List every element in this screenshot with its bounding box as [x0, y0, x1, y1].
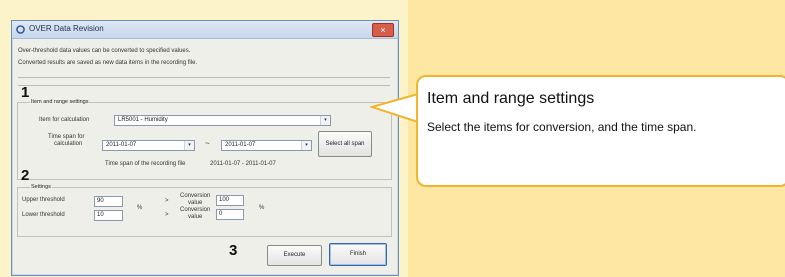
recording-span-label: Time span of the recording file [105, 161, 186, 167]
step-badge-3: 3 [229, 242, 238, 259]
callout-body: Select the items for conversion, and the… [427, 120, 697, 134]
callout-box: Item and range settings Select the items… [416, 75, 785, 187]
start-date-value: 2011-01-07 [106, 142, 137, 148]
callout-title: Item and range settings [427, 90, 595, 107]
end-date-value: 2011-01-07 [225, 142, 256, 148]
title-bar: OVER Data Revision × [12, 21, 398, 39]
lower-threshold-input[interactable]: 10 [94, 210, 123, 221]
threshold-percent-unit: % [137, 205, 143, 211]
upper-conversion-input[interactable]: 100 [216, 195, 244, 206]
step-badge-1: 1 [21, 84, 30, 101]
description-line-1: Over-threshold data values can be conver… [18, 48, 191, 54]
conversion-percent-unit: % [259, 205, 265, 211]
item-label: Item for calculation [39, 117, 90, 123]
lower-conversion-label-2: value [188, 214, 203, 220]
step-badge-2: 2 [21, 167, 30, 184]
item-select-value: LR5001 - Humidity [118, 117, 168, 123]
lower-threshold-value: 10 [97, 212, 104, 218]
chevron-down-icon[interactable]: ▾ [320, 116, 330, 125]
item-range-group-label: Item and range settings [30, 99, 90, 105]
separator [18, 77, 390, 78]
recording-span-value: 2011-01-07 - 2011-01-07 [210, 161, 276, 167]
app-icon [16, 25, 25, 34]
dialog-window: OVER Data Revision × Over-threshold data… [11, 20, 399, 276]
separator [18, 85, 390, 86]
range-tilde: ~ [205, 139, 210, 148]
lower-conversion-value: 0 [219, 211, 223, 217]
lower-threshold-label: Lower threshold [22, 212, 65, 218]
window-title: OVER Data Revision [29, 24, 104, 33]
chevron-down-icon[interactable]: ▾ [184, 141, 194, 150]
end-date-select[interactable]: 2011-01-07 ▾ [221, 140, 312, 151]
execute-button[interactable]: Execute [267, 245, 322, 266]
chevron-down-icon[interactable]: ▾ [301, 141, 311, 150]
timespan-label-2: calculation [54, 141, 83, 147]
callout-pointer [370, 92, 420, 126]
close-button[interactable]: × [372, 23, 394, 37]
settings-group-label: Settings [30, 184, 52, 190]
select-all-span-button[interactable]: Select all span [318, 131, 372, 157]
description-line-2: Converted results are saved as new data … [18, 60, 198, 66]
lower-conversion-label: Conversion [180, 207, 211, 213]
upper-conversion-label-2: value [188, 200, 203, 206]
upper-conversion-label: Conversion [180, 193, 211, 199]
upper-conversion-value: 100 [219, 197, 230, 203]
upper-threshold-value: 90 [97, 198, 104, 204]
finish-button[interactable]: Finish [329, 243, 387, 266]
start-date-select[interactable]: 2011-01-07 ▾ [102, 140, 195, 151]
item-select[interactable]: LR5001 - Humidity ▾ [114, 115, 331, 126]
lower-conversion-input[interactable]: 0 [216, 209, 244, 220]
timespan-label: Time span for [48, 134, 85, 140]
lower-arrow: > [165, 212, 169, 218]
upper-threshold-input[interactable]: 90 [94, 196, 123, 207]
upper-arrow: > [165, 198, 169, 204]
upper-threshold-label: Upper threshold [22, 197, 65, 203]
